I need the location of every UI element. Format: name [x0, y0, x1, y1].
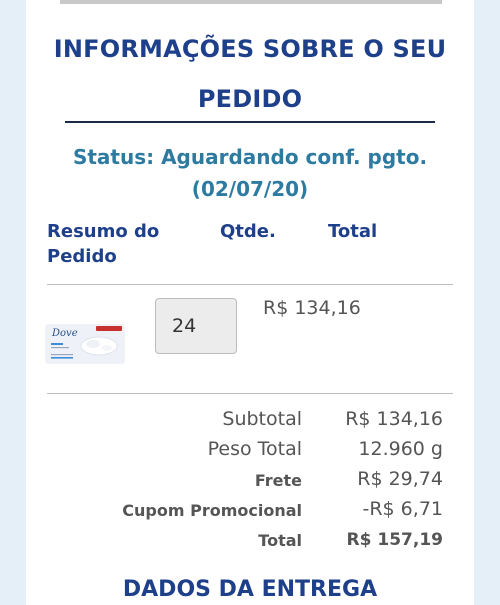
top-box-edge [60, 0, 442, 4]
title-divider [65, 121, 435, 123]
order-info-title: INFORMAÇÕES SOBRE O SEU PEDIDO [53, 35, 447, 113]
total-value: R$ 157,19 [346, 530, 443, 550]
total-label: Total [258, 531, 302, 550]
weight-label: Peso Total [207, 438, 302, 460]
shipping-label: Frete [254, 471, 302, 490]
weight-value: 12.960 g [358, 438, 443, 460]
item-total-price: R$ 134,16 [263, 297, 361, 319]
header-quantity: Qtde. [220, 221, 276, 242]
order-status: Status: Aguardando conf. pgto. (02/07/20… [72, 145, 428, 201]
product-brand: Dove [51, 328, 78, 339]
subtotal-label: Subtotal [222, 408, 302, 430]
delivery-data-title: DADOS DA ENTREGA [122, 577, 378, 602]
coupon-label: Cupom Promocional [122, 501, 302, 520]
coupon-value: -R$ 6,71 [362, 498, 444, 520]
product-thumbnail[interactable]: Dove [44, 316, 128, 366]
shipping-value: R$ 29,74 [357, 468, 443, 490]
header-total: Total [328, 221, 378, 242]
subtotal-value: R$ 134,16 [345, 408, 443, 430]
summary-divider [47, 393, 453, 394]
header-order-summary: Resumo do Pedido [47, 221, 160, 267]
quantity-input[interactable] [155, 298, 237, 354]
table-divider [47, 284, 453, 285]
order-info-card: INFORMAÇÕES SOBRE O SEU PEDIDO Status: A… [26, 0, 474, 605]
